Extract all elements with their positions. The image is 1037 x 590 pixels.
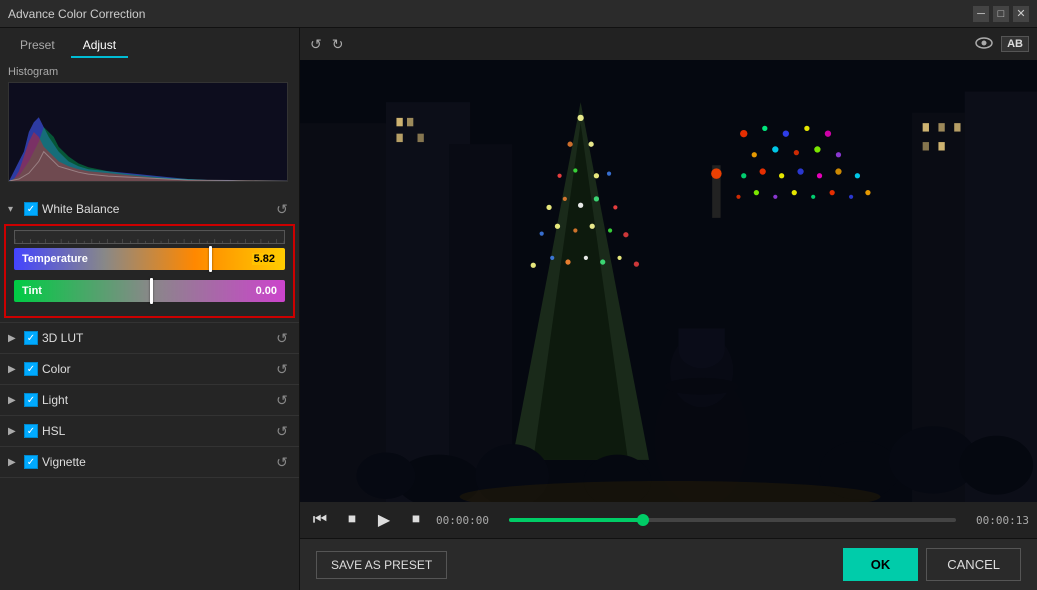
tab-adjust[interactable]: Adjust (71, 34, 128, 58)
color-checkbox[interactable] (24, 362, 38, 376)
3d-lut-title: 3D LUT (42, 331, 269, 345)
tint-value: 0.00 (256, 285, 277, 297)
3d-lut-checkbox[interactable] (24, 331, 38, 345)
temperature-track: Temperature 5.82 (14, 248, 285, 270)
3d-lut-reset-button[interactable]: ↺ (273, 329, 291, 347)
white-balance-checkbox[interactable] (24, 202, 38, 216)
playback-bar: ⏮ ⏹ ▶ ⏹ 00:00:00 00:00:13 (300, 502, 1037, 538)
right-panel: ↺ ↻ AB (300, 28, 1037, 590)
white-balance-content: // rendered via inline (4, 224, 295, 318)
play-button[interactable]: ▶ (372, 510, 396, 530)
light-section: ▶ Light ↺ (0, 385, 299, 416)
3d-lut-chevron: ▶ (8, 333, 20, 344)
color-title: Color (42, 362, 269, 376)
color-header[interactable]: ▶ Color ↺ (0, 354, 299, 384)
vignette-reset-button[interactable]: ↺ (273, 453, 291, 471)
time-current: 00:00:00 (436, 514, 501, 527)
accordion-list: ▾ White Balance ↺ // rendered via inline (0, 190, 299, 590)
video-toolbar: ↺ ↻ AB (300, 28, 1037, 60)
progress-thumb[interactable] (637, 514, 649, 526)
temperature-label: Temperature (22, 253, 88, 265)
hsl-chevron: ▶ (8, 426, 20, 437)
main-layout: Preset Adjust Histogram (0, 28, 1037, 590)
3d-lut-header[interactable]: ▶ 3D LUT ↺ (0, 323, 299, 353)
cancel-button[interactable]: CANCEL (926, 548, 1021, 581)
hsl-header[interactable]: ▶ HSL ↺ (0, 416, 299, 446)
skip-back-button[interactable]: ⏮ (308, 511, 332, 529)
white-balance-section: ▾ White Balance ↺ // rendered via inline (0, 194, 299, 323)
tab-bar: Preset Adjust (0, 28, 299, 58)
hsl-checkbox[interactable] (24, 424, 38, 438)
ruler: // rendered via inline (14, 230, 285, 244)
light-reset-button[interactable]: ↺ (273, 391, 291, 409)
toolbar-left: ↺ ↻ (308, 34, 345, 55)
tint-thumb[interactable] (150, 278, 153, 304)
video-area (300, 60, 1037, 502)
white-balance-chevron: ▾ (8, 204, 20, 215)
light-title: Light (42, 393, 269, 407)
temperature-slider[interactable]: Temperature 5.82 (14, 248, 285, 276)
progress-fill (509, 518, 643, 522)
vignette-title: Vignette (42, 455, 269, 469)
window-title: Advance Color Correction (8, 7, 145, 21)
histogram-canvas (8, 82, 288, 182)
save-preset-button[interactable]: SAVE AS PRESET (316, 551, 447, 579)
white-balance-header[interactable]: ▾ White Balance ↺ (0, 194, 299, 224)
preview-eye-button[interactable] (973, 34, 995, 54)
hsl-title: HSL (42, 424, 269, 438)
color-section: ▶ Color ↺ (0, 354, 299, 385)
temperature-thumb[interactable] (209, 246, 212, 272)
time-total: 00:00:13 (964, 514, 1029, 527)
close-button[interactable]: ✕ (1013, 6, 1029, 22)
step-back-button[interactable]: ⏹ (340, 511, 364, 529)
video-placeholder (300, 60, 1037, 502)
color-reset-button[interactable]: ↺ (273, 360, 291, 378)
tint-track: Tint 0.00 (14, 280, 285, 302)
light-checkbox[interactable] (24, 393, 38, 407)
3d-lut-section: ▶ 3D LUT ↺ (0, 323, 299, 354)
light-header[interactable]: ▶ Light ↺ (0, 385, 299, 415)
minimize-button[interactable]: ─ (973, 6, 989, 22)
tint-slider[interactable]: Tint 0.00 (14, 280, 285, 308)
vignette-chevron: ▶ (8, 457, 20, 468)
tint-label: Tint (22, 285, 42, 297)
histogram-section: Histogram (0, 58, 299, 190)
vignette-checkbox[interactable] (24, 455, 38, 469)
stop-button[interactable]: ⏹ (404, 511, 428, 529)
hsl-reset-button[interactable]: ↺ (273, 422, 291, 440)
vignette-header[interactable]: ▶ Vignette ↺ (0, 447, 299, 477)
redo-button[interactable]: ↻ (330, 34, 346, 55)
toolbar-right: AB (973, 34, 1029, 54)
titlebar: Advance Color Correction ─ □ ✕ (0, 0, 1037, 28)
hsl-section: ▶ HSL ↺ (0, 416, 299, 447)
vignette-section: ▶ Vignette ↺ (0, 447, 299, 478)
tab-preset[interactable]: Preset (8, 34, 67, 58)
ok-button[interactable]: OK (843, 548, 919, 581)
action-bar: SAVE AS PRESET OK CANCEL (300, 538, 1037, 590)
white-balance-reset-button[interactable]: ↺ (273, 200, 291, 218)
histogram-label: Histogram (8, 66, 291, 78)
maximize-button[interactable]: □ (993, 6, 1009, 22)
action-buttons: OK CANCEL (843, 548, 1021, 581)
temperature-value: 5.82 (252, 253, 277, 265)
color-chevron: ▶ (8, 364, 20, 375)
ab-badge: AB (1001, 36, 1029, 52)
left-panel: Preset Adjust Histogram (0, 28, 300, 590)
white-balance-title: White Balance (42, 202, 269, 216)
window-controls: ─ □ ✕ (973, 6, 1029, 22)
progress-track[interactable] (509, 518, 956, 522)
undo-button[interactable]: ↺ (308, 34, 324, 55)
light-chevron: ▶ (8, 395, 20, 406)
